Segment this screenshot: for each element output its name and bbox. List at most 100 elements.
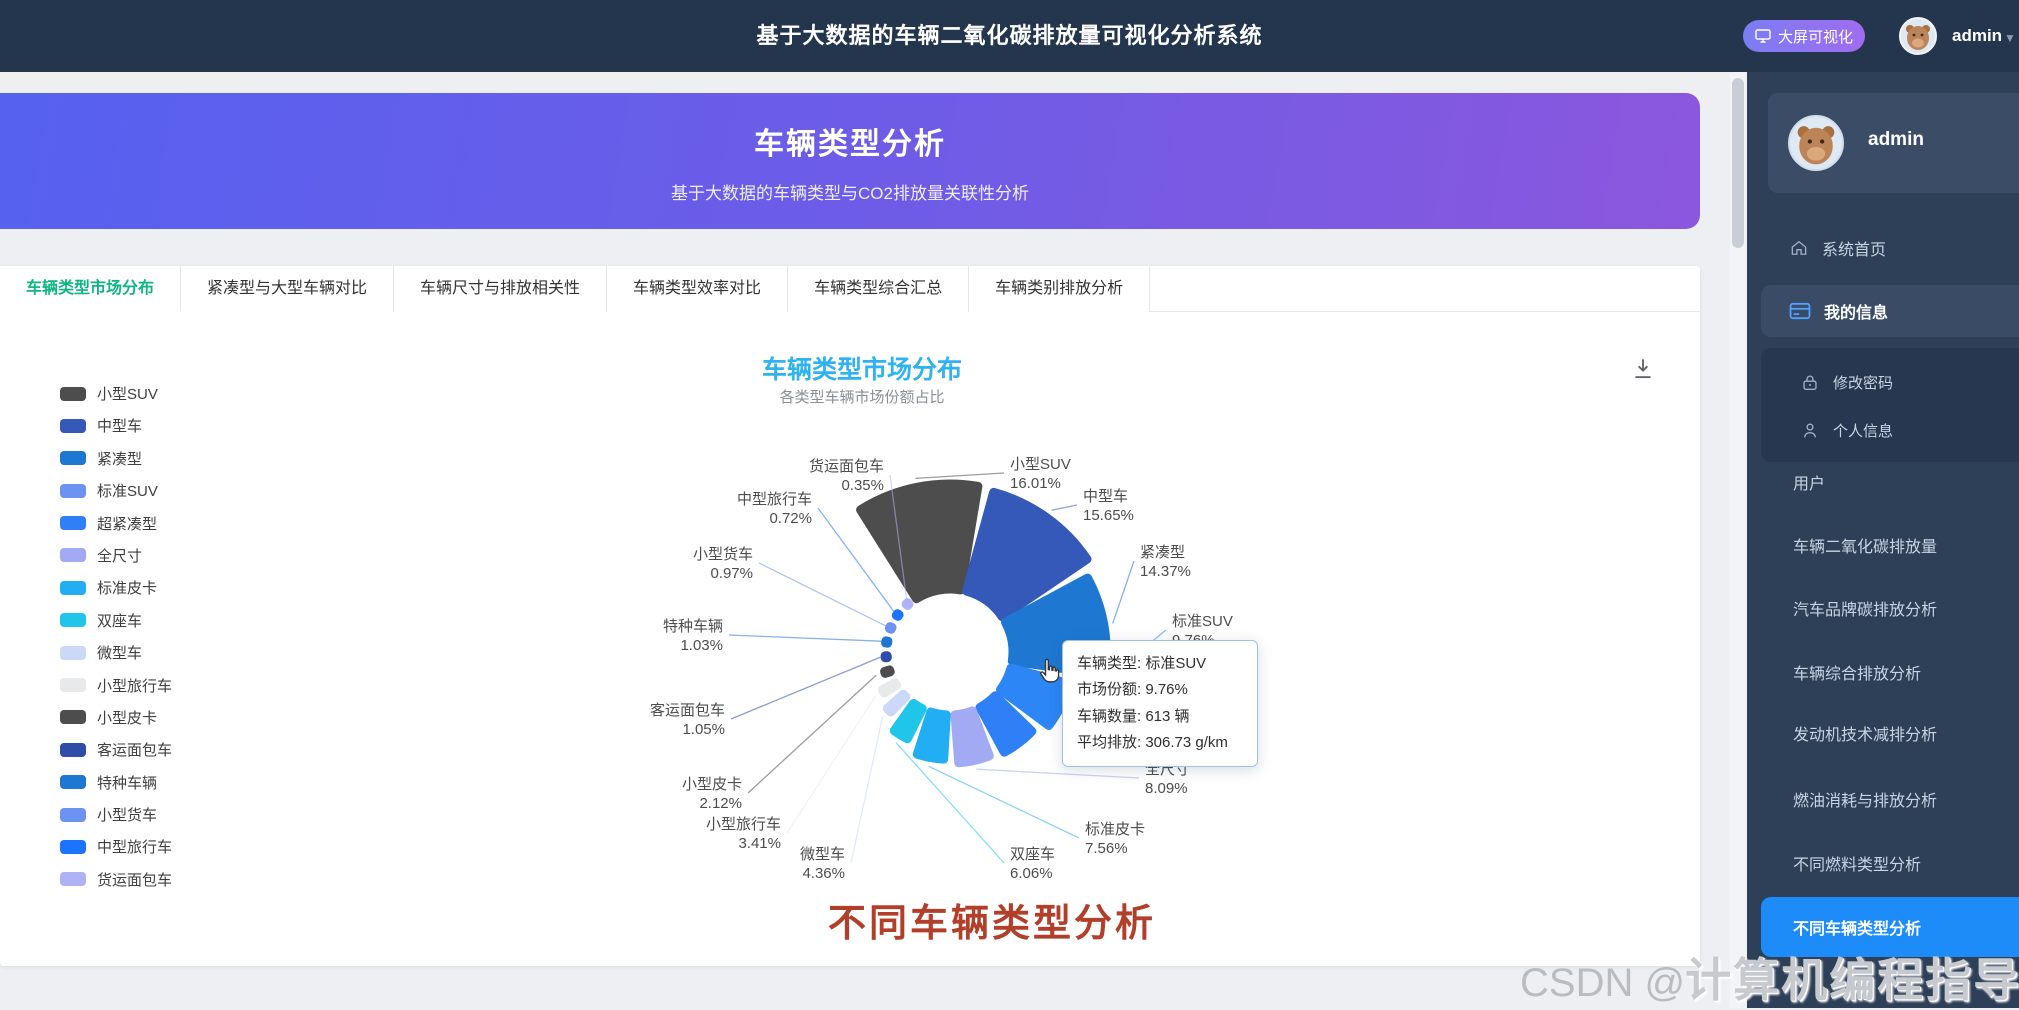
slice-label: 小型SUV16.01% xyxy=(1010,456,1071,492)
legend-swatch xyxy=(60,808,86,822)
legend-item[interactable]: 全尺寸 xyxy=(60,546,172,565)
legend-swatch xyxy=(60,710,86,724)
tooltip-row: 市场份额: 9.76% xyxy=(1077,677,1243,703)
legend-label: 小型SUV xyxy=(97,383,158,404)
label-line xyxy=(976,769,1139,778)
page-title: 车辆类型分析 xyxy=(754,119,946,163)
legend-swatch xyxy=(60,419,86,433)
legend-swatch xyxy=(60,840,86,854)
legend-label: 小型皮卡 xyxy=(97,707,157,728)
label-line xyxy=(731,657,881,719)
legend-label: 货运面包车 xyxy=(97,869,172,890)
legend-label: 双座车 xyxy=(97,610,142,631)
scrollbar[interactable] xyxy=(1730,72,1746,1008)
legend-item[interactable]: 标准皮卡 xyxy=(60,578,172,597)
legend-item[interactable]: 小型皮卡 xyxy=(60,708,172,727)
slice-label: 特种车辆1.03% xyxy=(663,618,723,654)
legend-item[interactable]: 客运面包车 xyxy=(60,740,172,759)
sidebar-item-3[interactable]: 汽车品牌碳排放分析 xyxy=(1793,596,1937,620)
legend-item[interactable]: 货运面包车 xyxy=(60,870,172,889)
slice-label: 货运面包车0.35% xyxy=(809,458,884,494)
legend-label: 小型货车 xyxy=(97,804,157,825)
pie-slice[interactable] xyxy=(861,484,978,599)
legend-item[interactable]: 超紧凑型 xyxy=(60,514,172,533)
page-subtitle: 基于大数据的车辆类型与CO2排放量关联性分析 xyxy=(671,179,1029,204)
tooltip-row: 平均排放: 306.73 g/km xyxy=(1077,730,1243,756)
label-line xyxy=(1052,505,1078,510)
legend-swatch xyxy=(60,484,86,498)
sidebar-item-8[interactable]: 不同车辆类型分析 xyxy=(1793,915,1921,939)
legend-label: 中型旅行车 xyxy=(97,836,172,857)
legend-swatch xyxy=(60,646,86,660)
legend-item[interactable]: 中型车 xyxy=(60,416,172,435)
legend-item[interactable]: 双座车 xyxy=(60,611,172,630)
app-title: 基于大数据的车辆二氧化碳排放量可视化分析系统 xyxy=(0,0,2019,72)
legend-item[interactable]: 小型旅行车 xyxy=(60,676,172,695)
avatar[interactable] xyxy=(1899,17,1937,55)
legend-item[interactable]: 小型货车 xyxy=(60,805,172,824)
chart-tooltip: 车辆类型: 标准SUV市场份额: 9.76%车辆数量: 613 辆平均排放: 3… xyxy=(1062,640,1258,767)
slice-label: 紧凑型14.37% xyxy=(1140,544,1191,580)
legend-swatch xyxy=(60,872,86,886)
sidebar-item-profile[interactable]: 个人信息 xyxy=(1761,410,2019,450)
legend-label: 中型车 xyxy=(97,415,142,436)
chart-legend: 小型SUV 中型车紧凑型标准SUV 超紧凑型全尺寸标准皮卡双座车微型车小型旅行车小型… xyxy=(60,384,172,902)
pie-slice[interactable] xyxy=(886,641,888,643)
legend-item[interactable]: 微型车 xyxy=(60,643,172,662)
legend-swatch xyxy=(60,743,86,757)
sidebar-item-4[interactable]: 车辆综合排放分析 xyxy=(1793,660,1921,684)
username[interactable]: admin xyxy=(1952,0,2002,72)
legend-item[interactable]: 特种车辆 xyxy=(60,773,172,792)
legend-swatch xyxy=(60,451,86,465)
chart-title: 车辆类型市场分布 xyxy=(762,350,962,386)
pie-slice[interactable] xyxy=(889,627,892,630)
sidebar-item-5[interactable]: 发动机技术减排分析 xyxy=(1793,721,1937,745)
pie-slice[interactable] xyxy=(885,670,891,674)
legend-swatch xyxy=(60,613,86,627)
legend-item[interactable]: 标准SUV xyxy=(60,481,172,500)
sidebar-item-my-info[interactable]: 我的信息 xyxy=(1761,285,2019,337)
scrollbar-thumb[interactable] xyxy=(1732,78,1744,248)
pie-slice[interactable] xyxy=(887,694,905,712)
download-icon[interactable] xyxy=(1630,356,1658,384)
slice-label: 客运面包车1.05% xyxy=(650,702,725,738)
sidebar-item-6[interactable]: 燃油消耗与排放分析 xyxy=(1793,787,1937,811)
legend-swatch xyxy=(60,516,86,530)
sidebar-item-change-password[interactable]: 修改密码 xyxy=(1761,362,2019,402)
legend-label: 超紧凑型 xyxy=(97,513,157,534)
legend-swatch xyxy=(60,581,86,595)
big-screen-button[interactable]: 大屏可视化 xyxy=(1743,20,1865,52)
legend-label: 微型车 xyxy=(97,642,142,663)
legend-swatch xyxy=(60,387,86,401)
sidebar-user-card[interactable]: admin xyxy=(1768,93,2019,193)
slice-label: 微型车4.36% xyxy=(800,846,845,882)
sidebar-item-1[interactable]: 用户 xyxy=(1793,470,1825,494)
top-navbar: 基于大数据的车辆二氧化碳排放量可视化分析系统 大屏可视化 admin ▼ xyxy=(0,0,2019,72)
legend-label: 特种车辆 xyxy=(97,772,157,793)
tooltip-row: 车辆类型: 标准SUV xyxy=(1077,651,1243,677)
label-line xyxy=(915,473,1004,478)
red-caption: 不同车辆类型分析 xyxy=(828,892,1156,947)
monitor-icon xyxy=(1755,29,1771,43)
chevron-down-icon[interactable]: ▼ xyxy=(2004,31,2016,45)
pie-slice[interactable] xyxy=(882,683,896,693)
sidebar-submenu: 修改密码 个人信息 xyxy=(1761,348,2019,462)
label-line xyxy=(759,563,886,626)
legend-label: 标准SUV xyxy=(97,480,158,501)
slice-label: 中型车15.65% xyxy=(1083,488,1134,524)
sidebar-item-2[interactable]: 车辆二氧化碳排放量 xyxy=(1793,533,1937,557)
legend-item[interactable]: 紧凑型 xyxy=(60,449,172,468)
card-icon xyxy=(1788,302,1812,320)
sidebar-username: admin xyxy=(1868,129,1924,151)
legend-item[interactable]: 小型SUV xyxy=(60,384,172,403)
home-icon xyxy=(1788,238,1810,258)
legend-item[interactable]: 中型旅行车 xyxy=(60,837,172,856)
pie-slice[interactable] xyxy=(885,656,887,658)
person-icon xyxy=(1801,422,1819,439)
sidebar-item-7[interactable]: 不同燃料类型分析 xyxy=(1793,851,1921,875)
right-sidebar: admin 系统首页 我的信息 修改密码 个人信息 用户车辆二氧化碳排放量汽车品… xyxy=(1747,72,2019,1008)
sidebar-item-home[interactable]: 系统首页 xyxy=(1747,226,2019,270)
pie-slice[interactable] xyxy=(896,614,899,617)
label-line xyxy=(729,635,881,641)
slice-label: 小型皮卡2.12% xyxy=(682,776,742,812)
